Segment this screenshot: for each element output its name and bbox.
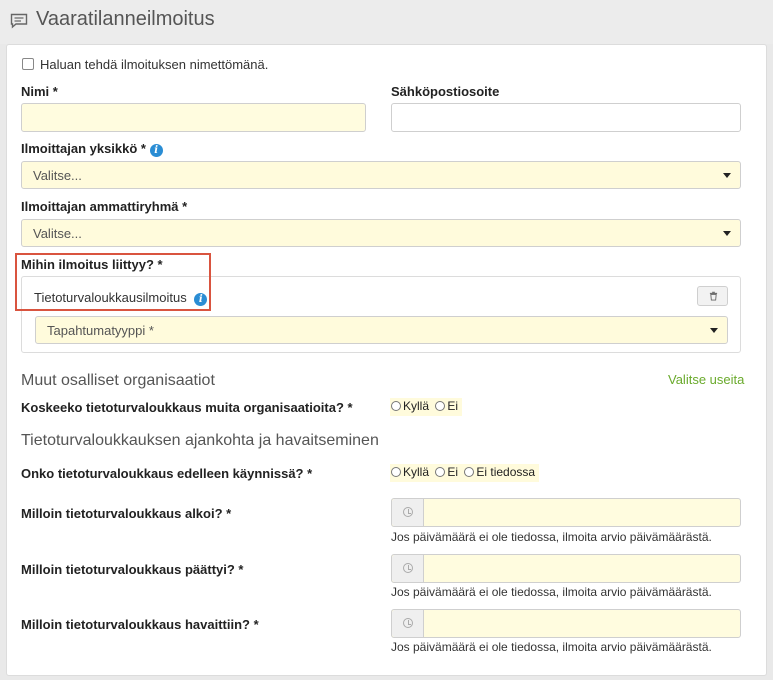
radio-no-label: Ei [447,465,459,479]
profession-select[interactable]: Valitse... [21,219,741,247]
radio-no-label: Ei [447,399,459,413]
unit-select[interactable]: Valitse... [21,161,741,189]
radio-unknown-label: Ei tiedossa [476,465,536,479]
email-input[interactable] [391,103,741,132]
orgs-question: Koskeeko tietoturvaloukkaus muita organi… [21,400,353,415]
event-type-select-value: Tapahtumatyyppi * [47,323,154,338]
clock-icon [403,507,413,517]
title-bar: Vaaratilanneilmoitus [0,0,773,44]
caret-down-icon [723,231,731,236]
radio-yes-label: Kyllä [403,465,430,479]
radio-yes[interactable] [391,467,401,477]
end-date-input[interactable] [391,554,741,583]
anonymous-checkbox[interactable] [22,58,34,70]
clock-icon [403,618,413,628]
date-addon[interactable] [392,499,424,526]
select-many-link[interactable]: Valitse useita [668,372,744,387]
trash-icon [709,291,718,301]
event-type-select[interactable]: Tapahtumatyyppi * [35,316,728,344]
timing-section-title: Tietoturvaloukkauksen ajankohta ja havai… [21,432,379,449]
name-input[interactable] [21,103,366,132]
delete-button[interactable] [697,286,728,306]
orgs-radio-group: Kyllä Ei [390,398,463,416]
comment-icon [10,13,28,29]
page-title: Vaaratilanneilmoitus [36,8,215,30]
anonymous-label: Haluan tehdä ilmoituksen nimettömänä. [40,57,269,72]
caret-down-icon [710,328,718,333]
detected-date-input[interactable] [391,609,741,638]
end-date-label: Milloin tietoturvaloukkaus päättyi? * [21,562,244,577]
ongoing-question: Onko tietoturvaloukkaus edelleen käynnis… [21,466,313,481]
detected-date-label: Milloin tietoturvaloukkaus havaittiin? * [21,617,259,632]
report-type-label: Tietoturvaloukkausilmoitus [34,290,187,305]
detected-date-help: Jos päivämäärä ei ole tiedossa, ilmoita … [391,640,712,654]
date-addon[interactable] [392,555,424,582]
radio-unknown[interactable] [464,467,475,477]
orgs-section-title: Muut osalliset organisaatiot [21,372,215,389]
end-date-help: Jos päivämäärä ei ole tiedossa, ilmoita … [391,585,712,599]
caret-down-icon [723,173,731,178]
radio-no[interactable] [435,401,446,411]
radio-yes-label: Kyllä [403,399,430,413]
unit-label-text: Ilmoittajan yksikkö * [21,141,146,156]
profession-label: Ilmoittajan ammattiryhmä * [21,199,188,214]
unit-label: Ilmoittajan yksikkö * i [21,141,163,157]
profession-select-value: Valitse... [33,226,82,241]
start-date-help: Jos päivämäärä ei ole tiedossa, ilmoita … [391,530,712,544]
unit-select-value: Valitse... [33,168,82,183]
radio-no[interactable] [435,467,446,477]
date-addon[interactable] [392,610,424,637]
radio-yes[interactable] [391,401,401,411]
info-icon[interactable]: i [149,144,163,157]
clock-icon [403,563,413,573]
email-label: Sähköpostiosoite [391,84,500,99]
report-type-row: Tietoturvaloukkausilmoitus i [34,290,208,306]
info-icon[interactable]: i [194,293,208,306]
start-date-input[interactable] [391,498,741,527]
start-date-label: Milloin tietoturvaloukkaus alkoi? * [21,506,232,521]
name-label: Nimi * [21,84,58,99]
ongoing-radio-group: Kyllä Ei Ei tiedossa [390,464,540,482]
